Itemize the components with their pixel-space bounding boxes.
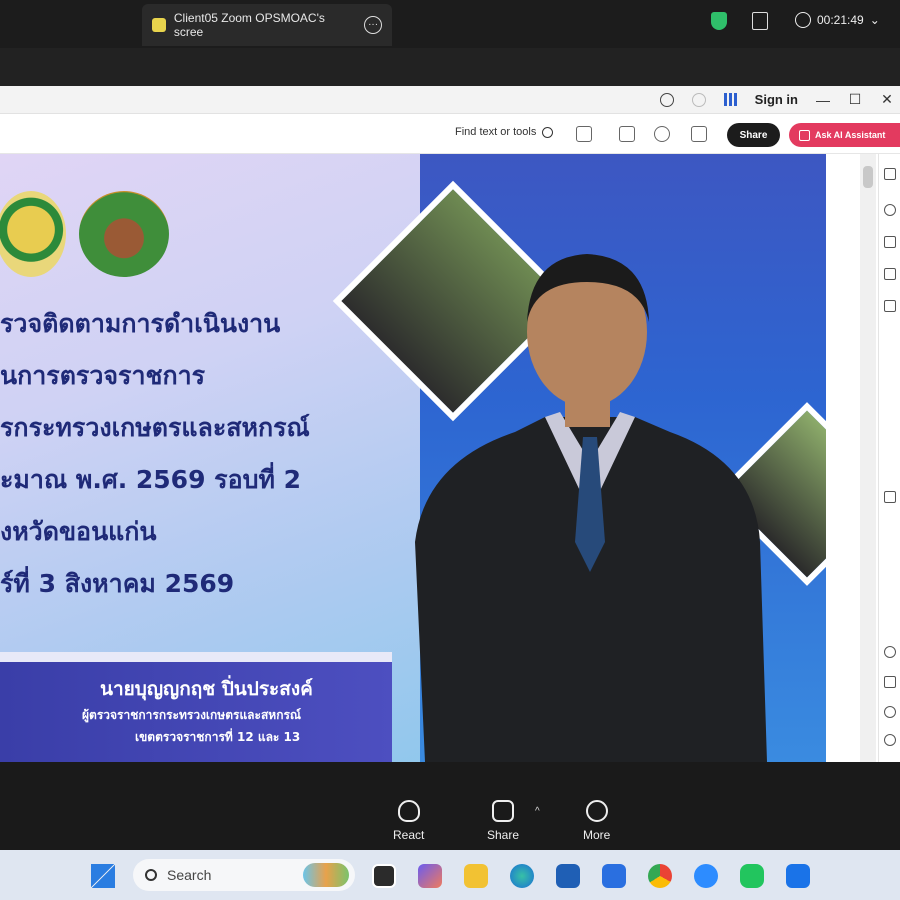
fit-page-icon[interactable] xyxy=(884,491,896,503)
share-screen-icon xyxy=(492,800,515,822)
edge-icon[interactable] xyxy=(510,864,534,888)
upload-icon[interactable] xyxy=(654,126,670,142)
heart-icon xyxy=(397,800,420,822)
pages-icon[interactable] xyxy=(884,268,896,280)
province-seal-logo xyxy=(79,191,169,277)
zoom-out-icon[interactable] xyxy=(884,734,896,746)
translate-icon[interactable] xyxy=(576,126,592,142)
official-name: นายบุญญกฤช ปิ่นประสงค์ xyxy=(100,678,313,700)
zoom-icon[interactable] xyxy=(694,864,718,888)
scrollbar-thumb[interactable] xyxy=(863,166,873,188)
more-label: More xyxy=(583,828,611,842)
timer-value: 00:21:49 xyxy=(817,13,864,27)
share-options-caret[interactable]: ^ xyxy=(535,806,540,817)
zoom-header-band xyxy=(0,48,900,86)
chevron-down-icon: ⌄ xyxy=(869,13,880,27)
sign-in-button[interactable]: Sign in xyxy=(755,92,798,107)
maximize-button[interactable]: ☐ xyxy=(848,91,862,108)
meeting-timer[interactable]: 00:21:49 ⌄ xyxy=(795,12,880,28)
search-placeholder: Search xyxy=(167,867,212,883)
right-tool-rail xyxy=(878,154,900,762)
remote-desktop-icon[interactable] xyxy=(786,864,810,888)
apps-icon[interactable] xyxy=(723,93,737,106)
chrome-icon[interactable] xyxy=(648,864,672,888)
share-screen-label: Share xyxy=(487,828,520,842)
attach-icon[interactable] xyxy=(884,300,896,312)
slide-title-line-4: ะมาณ พ.ศ. 2569 รอบที่ 2 xyxy=(0,465,302,494)
tab-title: Client05 Zoom OPSMOAC's scree xyxy=(173,11,325,39)
official-position: ผู้ตรวจราชการกระทรวงเกษตรและสหกรณ์ xyxy=(82,708,302,722)
tab-options-icon[interactable]: ··· xyxy=(364,16,382,34)
slide-title-line-3: รกระทรวงเกษตรและสหกรณ์ xyxy=(0,413,310,442)
slide-image: รวจติดตามการดำเนินงาน นการตรวจราชการ รกร… xyxy=(0,154,826,762)
slide-title-line-2: นการตรวจราชการ xyxy=(0,361,206,390)
document-scrollbar[interactable] xyxy=(860,154,876,762)
share-button[interactable]: Share xyxy=(727,123,780,147)
clock-icon xyxy=(795,12,811,28)
app-icon[interactable] xyxy=(602,864,626,888)
ministry-seal-logo xyxy=(0,191,66,277)
search-icon xyxy=(145,869,157,881)
search-icon xyxy=(542,126,554,138)
download-icon[interactable] xyxy=(884,676,896,688)
taskbar-search[interactable]: Search xyxy=(133,859,355,891)
rotate-icon[interactable] xyxy=(884,646,896,658)
zoom-in-icon[interactable] xyxy=(884,706,896,718)
shared-browser-window: Sign in — ☐ ✕ Find text or tools Share A… xyxy=(0,86,900,762)
copilot-icon[interactable] xyxy=(418,864,442,888)
ask-ai-label: Ask AI Assistant xyxy=(815,130,886,140)
find-label: Find text or tools xyxy=(455,126,537,138)
bookmark-icon[interactable] xyxy=(884,236,896,248)
react-button[interactable]: React xyxy=(393,800,424,842)
slide-title-line-6: ร์ที่ 3 สิงหาคม 2569 xyxy=(0,569,235,598)
line-icon[interactable] xyxy=(740,864,764,888)
slide-title-line-5: งหวัดขอนแก่น xyxy=(0,517,157,546)
edit-icon[interactable] xyxy=(884,168,896,180)
task-view-icon[interactable] xyxy=(372,864,396,888)
minimize-button[interactable]: — xyxy=(816,92,830,108)
shield-icon[interactable] xyxy=(711,12,727,30)
zoom-app-icon xyxy=(152,18,166,32)
share-screen-button[interactable]: Share xyxy=(487,800,519,842)
save-icon[interactable] xyxy=(619,126,635,142)
find-tools-field[interactable]: Find text or tools xyxy=(455,126,554,138)
official-portrait xyxy=(415,254,767,762)
more-icon xyxy=(585,800,608,822)
browser-titlebar: Sign in — ☐ ✕ xyxy=(0,86,900,114)
windows-icon[interactable] xyxy=(91,864,115,888)
react-label: React xyxy=(393,828,425,842)
inspection-region: เขตตรวจราชการที่ 12 และ 13 xyxy=(135,730,301,744)
store-icon[interactable] xyxy=(556,864,580,888)
help-icon[interactable] xyxy=(659,92,674,107)
slide-title-line-1: รวจติดตามการดำเนินงาน xyxy=(0,309,281,338)
pdf-toolbar: Find text or tools Share Ask AI Assistan… xyxy=(0,114,900,154)
print-icon[interactable] xyxy=(691,126,707,142)
more-button[interactable]: More xyxy=(583,800,610,842)
ask-ai-button[interactable]: Ask AI Assistant xyxy=(789,123,900,147)
file-explorer-icon[interactable] xyxy=(464,864,488,888)
ai-icon xyxy=(799,129,810,141)
shared-screen-tab[interactable]: Client05 Zoom OPSMOAC's scree ··· xyxy=(142,4,392,46)
notes-icon[interactable] xyxy=(752,12,768,30)
name-banner-stripe xyxy=(0,652,392,662)
bell-icon[interactable] xyxy=(691,92,706,107)
close-button[interactable]: ✕ xyxy=(880,91,894,108)
meeting-controls-bar xyxy=(0,762,900,850)
search-highlight-icon xyxy=(303,863,349,887)
comment-icon[interactable] xyxy=(884,204,896,216)
